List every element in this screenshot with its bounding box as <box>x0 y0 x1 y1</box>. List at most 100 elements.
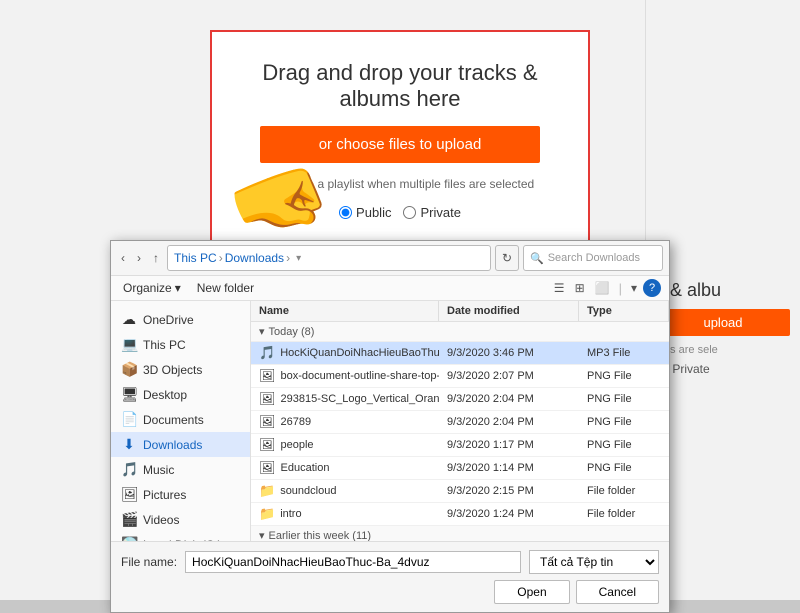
sidebar-item-3dobjects[interactable]: 📦 3D Objects <box>111 357 250 382</box>
table-row[interactable]: 🖼 26789 9/3/2020 2:04 PM PNG File <box>251 411 669 434</box>
sidebar-label-3dobjects: 3D Objects <box>143 363 202 377</box>
file-type-cell: File folder <box>579 503 669 525</box>
back-button[interactable]: ‹ <box>117 249 129 267</box>
sidebar-label-onedrive: OneDrive <box>143 313 194 327</box>
choose-files-button[interactable]: or choose files to upload <box>260 126 540 163</box>
search-box[interactable]: 🔍 Search Downloads <box>523 245 663 271</box>
filetype-select[interactable]: Tất cả Tệp tin <box>529 550 659 574</box>
filename-row: File name: Tất cả Tệp tin <box>121 550 659 574</box>
public-radio-label[interactable]: Public <box>339 205 391 220</box>
organize-button[interactable]: Organize ▾ <box>119 279 185 297</box>
public-radio[interactable] <box>339 206 352 219</box>
music-icon: 🎵 <box>121 461 137 478</box>
file-icon: 🖼 <box>259 391 276 407</box>
private-radio-label[interactable]: Private <box>403 205 460 220</box>
sidebar-item-thispc[interactable]: 💻 This PC <box>111 332 250 357</box>
group-earlier: ▾ Earlier this week (11) <box>251 526 669 541</box>
group-earlier-expand-icon: ▾ <box>259 529 265 541</box>
address-downloads[interactable]: Downloads <box>225 251 284 265</box>
file-name-cell: 🖼 box-document-outline-share-top-upl... <box>251 365 439 387</box>
table-row[interactable]: 🖼 people 9/3/2020 1:17 PM PNG File <box>251 434 669 457</box>
file-icon: 🖼 <box>259 437 276 453</box>
private-label: Private <box>420 205 460 220</box>
sidebar-item-downloads[interactable]: ⬇ Downloads <box>111 432 250 457</box>
right-privacy-row: Private <box>656 360 790 376</box>
file-icon: 🖼 <box>259 414 276 430</box>
videos-icon: 🎬 <box>121 511 137 528</box>
file-date-cell: 9/3/2020 2:07 PM <box>439 365 579 387</box>
file-type-cell: PNG File <box>579 365 669 387</box>
sidebar-item-documents[interactable]: 📄 Documents <box>111 407 250 432</box>
downloads-icon: ⬇ <box>121 436 137 453</box>
address-thispc[interactable]: This PC <box>174 251 217 265</box>
documents-icon: 📄 <box>121 411 137 428</box>
organize-label: Organize <box>123 281 172 295</box>
sidebar-item-music[interactable]: 🎵 Music <box>111 457 250 482</box>
right-upload-btn[interactable]: upload <box>656 309 790 336</box>
file-name: 26789 <box>281 416 312 428</box>
file-open-dialog: ‹ › ↑ This PC › Downloads › ▾ ↻ 🔍 Search… <box>110 240 670 613</box>
playlist-label: Make a playlist when multiple files are … <box>285 177 534 191</box>
file-name-cell: 🖼 293815-SC_Logo_Vertical_Orange_2x-222.… <box>251 388 439 410</box>
cancel-button[interactable]: Cancel <box>576 580 659 604</box>
refresh-button[interactable]: ↻ <box>495 245 519 271</box>
private-radio[interactable] <box>403 206 416 219</box>
search-placeholder: Search Downloads <box>548 252 640 264</box>
toolbar-separator: | <box>619 281 622 296</box>
file-list-area: Name Date modified Type ▾ Today (8) 🎵 Ho… <box>251 301 669 541</box>
sidebar-label-pictures: Pictures <box>143 488 186 502</box>
up-button[interactable]: ↑ <box>149 249 163 267</box>
address-bar: ‹ › ↑ This PC › Downloads › ▾ ↻ 🔍 Search… <box>111 241 669 275</box>
group-today-expand-icon: ▾ <box>259 325 265 338</box>
sidebar-item-onedrive[interactable]: ☁ OneDrive <box>111 307 250 332</box>
view-options-button[interactable]: ▾ <box>627 279 641 297</box>
playlist-row: Make a playlist when multiple files are … <box>266 177 534 191</box>
view-list-button[interactable]: ☰ <box>550 279 569 297</box>
pictures-icon: 🖼 <box>121 486 137 503</box>
file-icon: 🎵 <box>259 345 275 361</box>
help-button[interactable]: ? <box>643 279 661 297</box>
view-details-button[interactable]: ⊞ <box>571 279 589 297</box>
view-large-icons-button[interactable]: ⬜ <box>591 279 614 297</box>
table-row[interactable]: 🖼 Education 9/3/2020 1:14 PM PNG File <box>251 457 669 480</box>
file-name: Education <box>281 462 330 474</box>
group-today: ▾ Today (8) <box>251 322 669 342</box>
table-row[interactable]: 📁 intro 9/3/2020 1:24 PM File folder <box>251 503 669 526</box>
table-row[interactable]: 🖼 box-document-outline-share-top-upl... … <box>251 365 669 388</box>
table-row[interactable]: 📁 soundcloud 9/3/2020 2:15 PM File folde… <box>251 480 669 503</box>
sidebar-item-pictures[interactable]: 🖼 Pictures <box>111 482 250 507</box>
dialog-bottom: File name: Tất cả Tệp tin Open Cancel <box>111 541 669 612</box>
sidebar-item-desktop[interactable]: 🖥 Desktop <box>111 382 250 407</box>
file-name-cell: 🖼 26789 <box>251 411 439 433</box>
dialog-titlebar: ‹ › ↑ This PC › Downloads › ▾ ↻ 🔍 Search… <box>111 241 669 276</box>
table-row[interactable]: 🎵 HocKiQuanDoiNhacHieuBaoThuc-Ba_4d... 9… <box>251 342 669 365</box>
new-folder-button[interactable]: New folder <box>193 279 258 297</box>
address-pill[interactable]: This PC › Downloads › ▾ <box>167 245 491 271</box>
file-type-cell: PNG File <box>579 411 669 433</box>
header-type[interactable]: Type <box>579 301 669 321</box>
file-date-cell: 9/3/2020 1:24 PM <box>439 503 579 525</box>
file-name-cell: 🎵 HocKiQuanDoiNhacHieuBaoThuc-Ba_4d... <box>251 342 439 364</box>
playlist-checkbox[interactable] <box>266 178 279 191</box>
sidebar-item-localc[interactable]: 💽 Local Disk (C:) <box>111 532 250 541</box>
organize-dropdown-icon: ▾ <box>175 281 181 295</box>
header-name[interactable]: Name <box>251 301 439 321</box>
3dobjects-icon: 📦 <box>121 361 137 378</box>
filename-input[interactable] <box>185 551 521 573</box>
sidebar-label-localc: Local Disk (C:) <box>143 538 222 542</box>
localc-icon: 💽 <box>121 536 137 541</box>
file-type-cell: PNG File <box>579 388 669 410</box>
forward-button[interactable]: › <box>133 249 145 267</box>
header-date[interactable]: Date modified <box>439 301 579 321</box>
file-name: HocKiQuanDoiNhacHieuBaoThuc-Ba_4d... <box>280 347 439 359</box>
file-date-cell: 9/3/2020 1:17 PM <box>439 434 579 456</box>
filename-label: File name: <box>121 555 177 569</box>
toolbar-row: Organize ▾ New folder ☰ ⊞ ⬜ | ▾ ? <box>111 276 669 301</box>
address-dropdown-icon[interactable]: ▾ <box>296 253 301 264</box>
table-row[interactable]: 🖼 293815-SC_Logo_Vertical_Orange_2x-222.… <box>251 388 669 411</box>
right-panel-title: s & albu <box>656 280 790 301</box>
sidebar-label-documents: Documents <box>143 413 204 427</box>
file-date-cell: 9/3/2020 3:46 PM <box>439 342 579 364</box>
open-button[interactable]: Open <box>494 580 569 604</box>
sidebar-item-videos[interactable]: 🎬 Videos <box>111 507 250 532</box>
